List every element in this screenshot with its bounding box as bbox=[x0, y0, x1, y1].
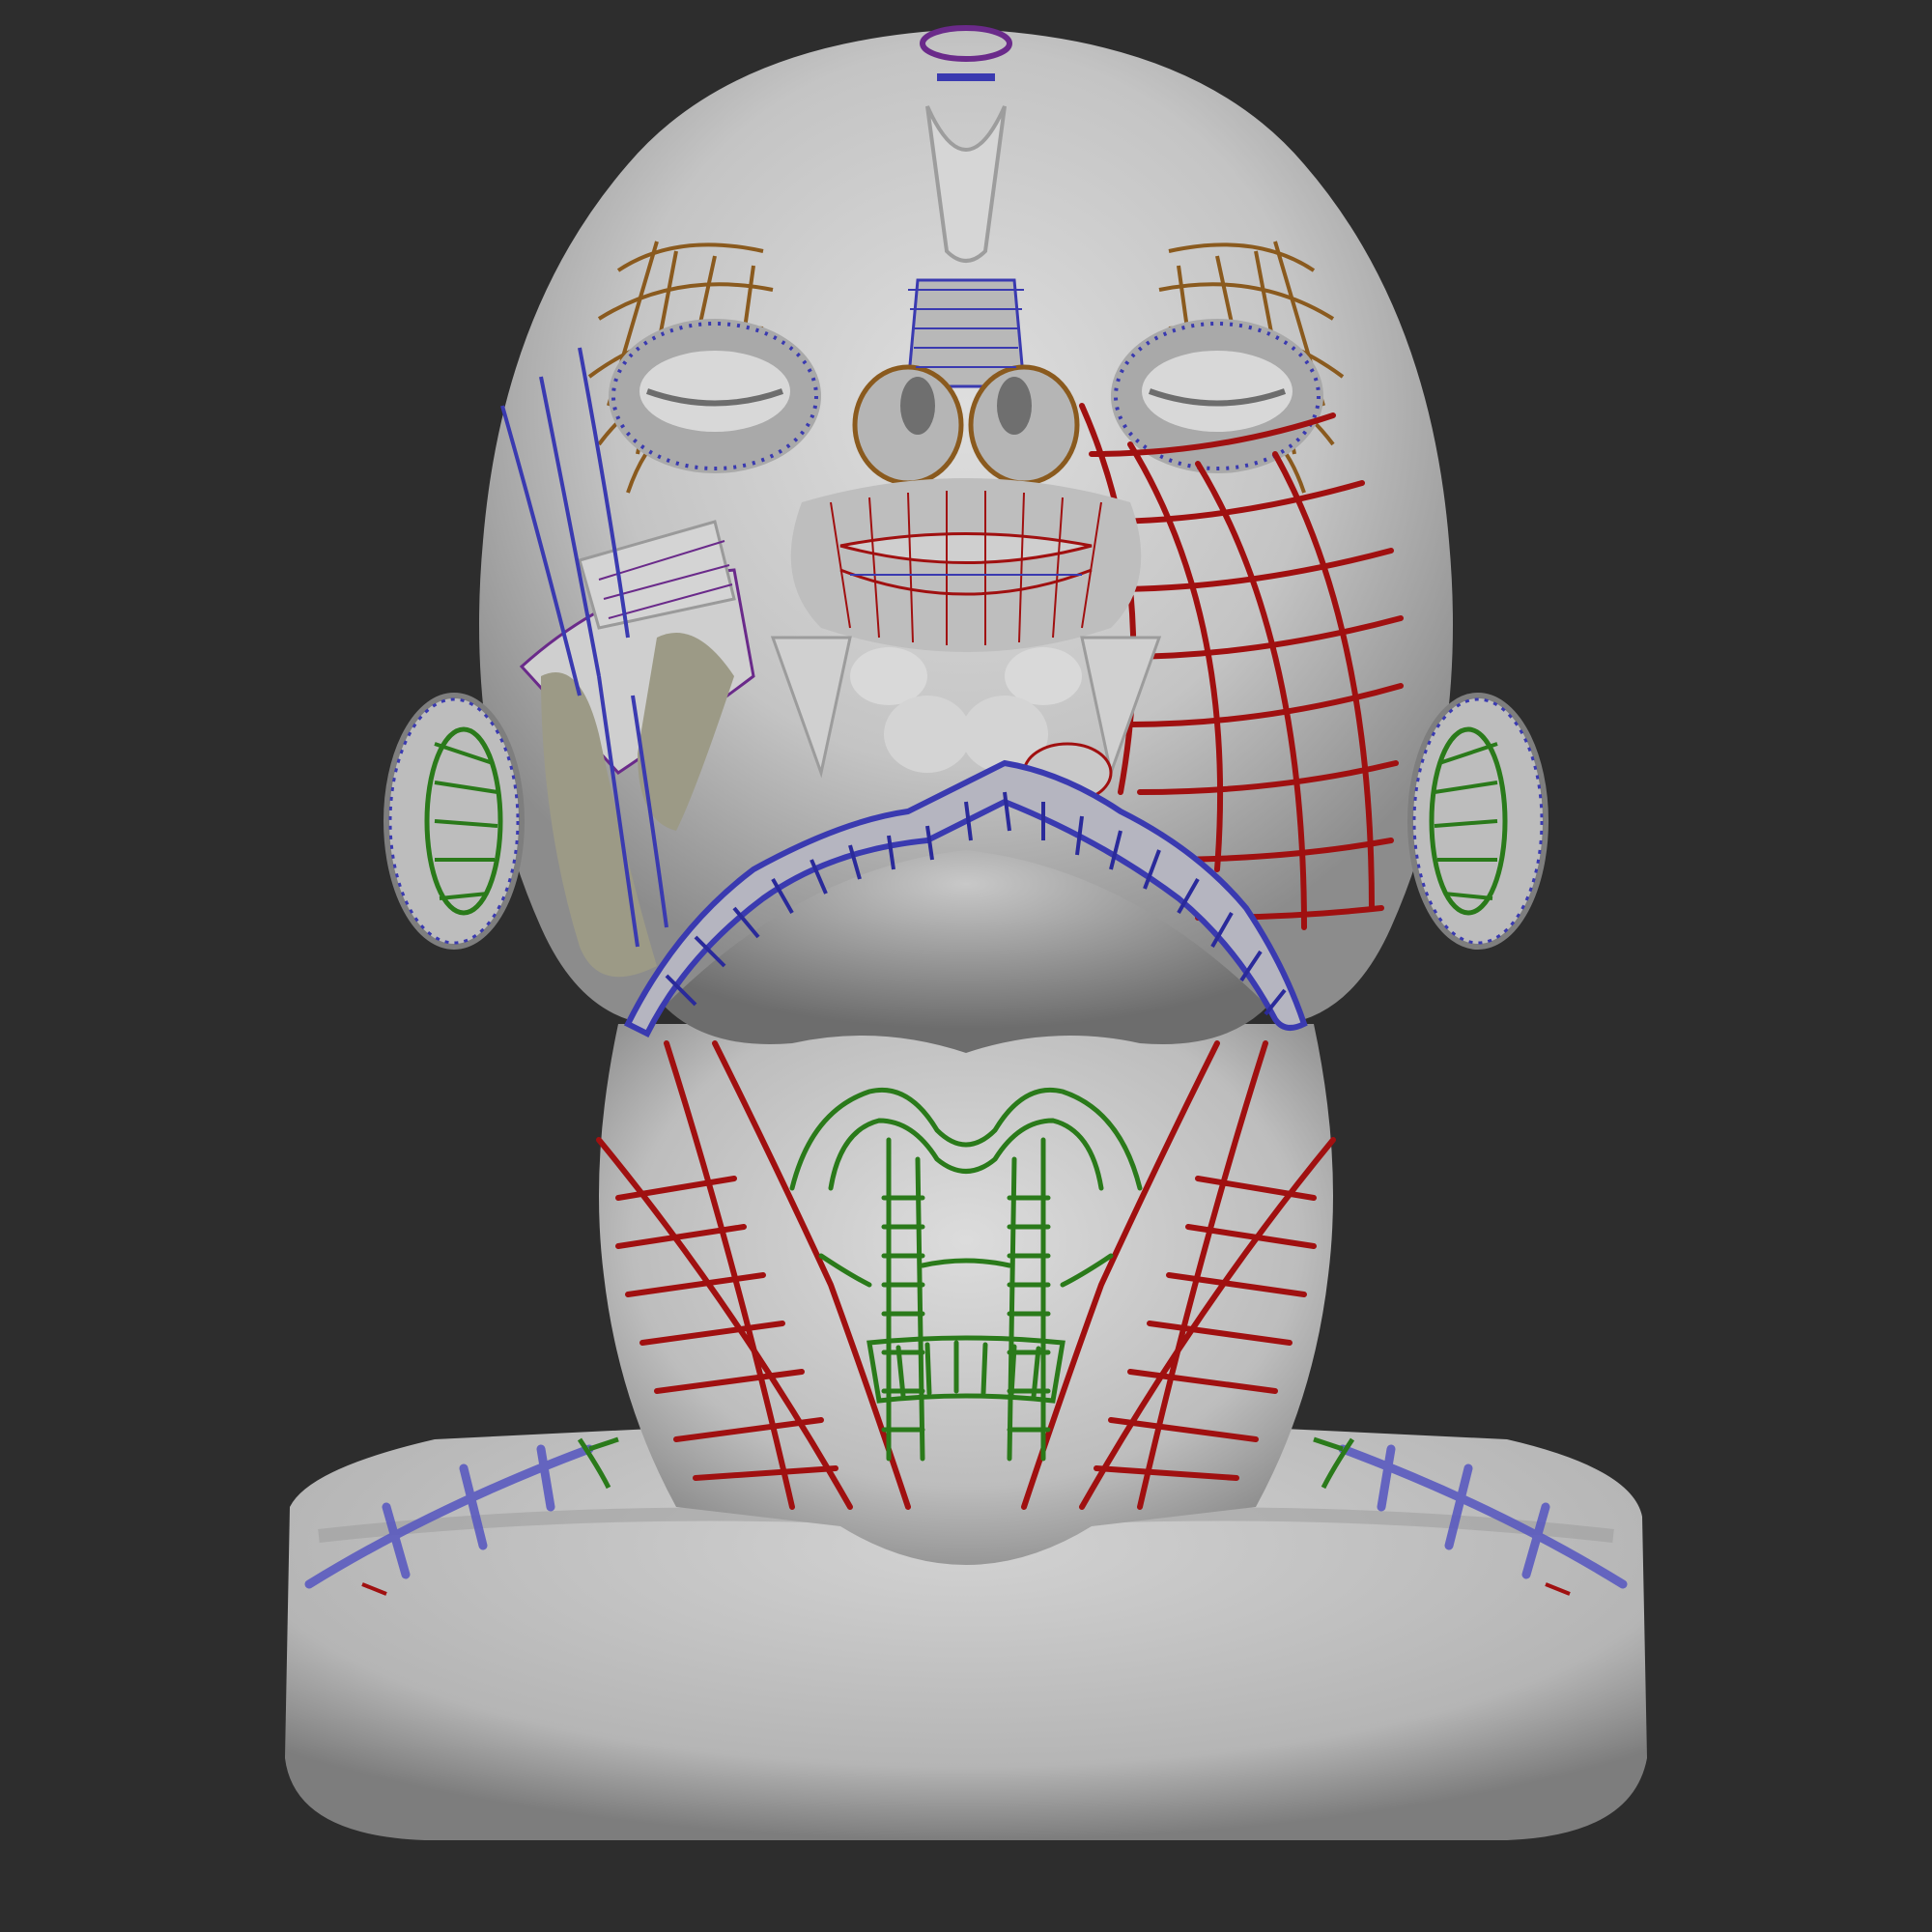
mouth bbox=[790, 478, 1142, 652]
sculpted-head-model bbox=[285, 25, 1647, 1840]
ear-left bbox=[384, 693, 525, 950]
ear-right bbox=[1407, 693, 1548, 950]
neck bbox=[599, 1024, 1333, 1565]
eye-left bbox=[609, 319, 821, 473]
sculpt-viewport bbox=[0, 0, 1932, 1932]
